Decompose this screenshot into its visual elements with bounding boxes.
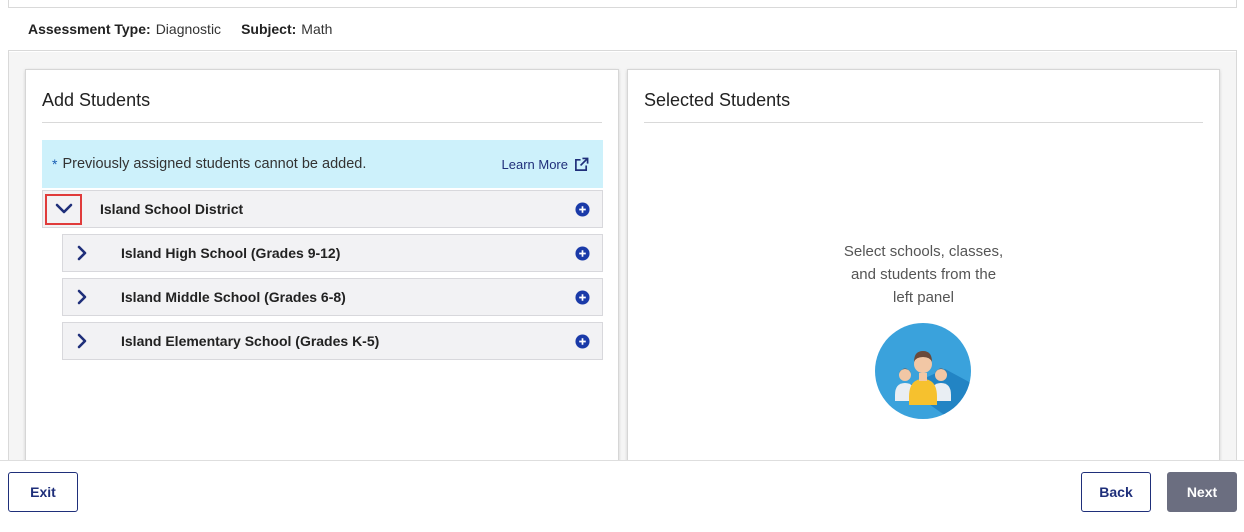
assessment-type: Assessment Type: Diagnostic — [28, 21, 221, 37]
notice-banner: * Previously assigned students cannot be… — [42, 140, 603, 188]
subject-label: Subject: — [241, 21, 297, 37]
district-label: Island School District — [100, 201, 244, 217]
tree-row-school: Island Elementary School (Grades K-5) — [62, 322, 603, 360]
school-label: Island Elementary School (Grades K-5) — [121, 333, 380, 349]
footer-bar: Exit Back Next — [0, 460, 1244, 532]
selected-students-panel: Selected Students Select schools, classe… — [627, 69, 1220, 469]
chevron-down-icon — [55, 203, 72, 214]
empty-line: and students from the — [850, 266, 997, 283]
students-group-icon — [875, 323, 971, 419]
empty-state-message: Select schools, classes, and students fr… — [628, 240, 1219, 309]
chevron-right-icon — [77, 333, 87, 349]
assessment-info-bar: Assessment Type: Diagnostic Subject: Mat… — [8, 7, 1237, 51]
expand-school-button[interactable] — [63, 238, 101, 268]
subject-value: Math — [301, 21, 333, 37]
expand-school-button[interactable] — [63, 326, 101, 356]
exit-button[interactable]: Exit — [8, 472, 78, 512]
external-link-icon — [575, 157, 589, 171]
add-circle-icon[interactable] — [575, 246, 590, 261]
tree-row-school: Island High School (Grades 9-12) — [62, 234, 603, 272]
empty-line: Select schools, classes, — [843, 243, 1004, 260]
school-label: Island Middle School (Grades 6-8) — [121, 289, 346, 305]
learn-more-link[interactable]: Learn More — [502, 157, 589, 172]
next-button[interactable]: Next — [1167, 472, 1237, 512]
divider — [42, 122, 602, 123]
assessment-type-value: Diagnostic — [155, 21, 222, 37]
school-label: Island High School (Grades 9-12) — [121, 245, 341, 261]
notice-text: Previously assigned students cannot be a… — [62, 156, 367, 172]
learn-more-label: Learn More — [501, 156, 568, 172]
tree-row-district: Island School District — [42, 190, 603, 228]
add-students-panel: Add Students * Previously assigned stude… — [25, 69, 619, 469]
empty-line: left panel — [893, 289, 954, 306]
add-students-title: Add Students — [42, 90, 151, 110]
back-button[interactable]: Back — [1081, 472, 1151, 512]
subject: Subject: Math — [241, 21, 332, 37]
add-circle-icon[interactable] — [575, 202, 590, 217]
add-circle-icon[interactable] — [575, 334, 590, 349]
chevron-right-icon — [77, 245, 87, 261]
chevron-right-icon — [77, 289, 87, 305]
divider — [644, 122, 1203, 123]
add-circle-icon[interactable] — [575, 290, 590, 305]
collapse-district-button[interactable] — [45, 193, 82, 225]
assessment-type-label: Assessment Type: — [28, 21, 151, 37]
tree-row-school: Island Middle School (Grades 6-8) — [62, 278, 603, 316]
expand-school-button[interactable] — [63, 282, 101, 312]
asterisk-mark: * — [52, 156, 58, 172]
selected-students-title: Selected Students — [644, 90, 791, 110]
